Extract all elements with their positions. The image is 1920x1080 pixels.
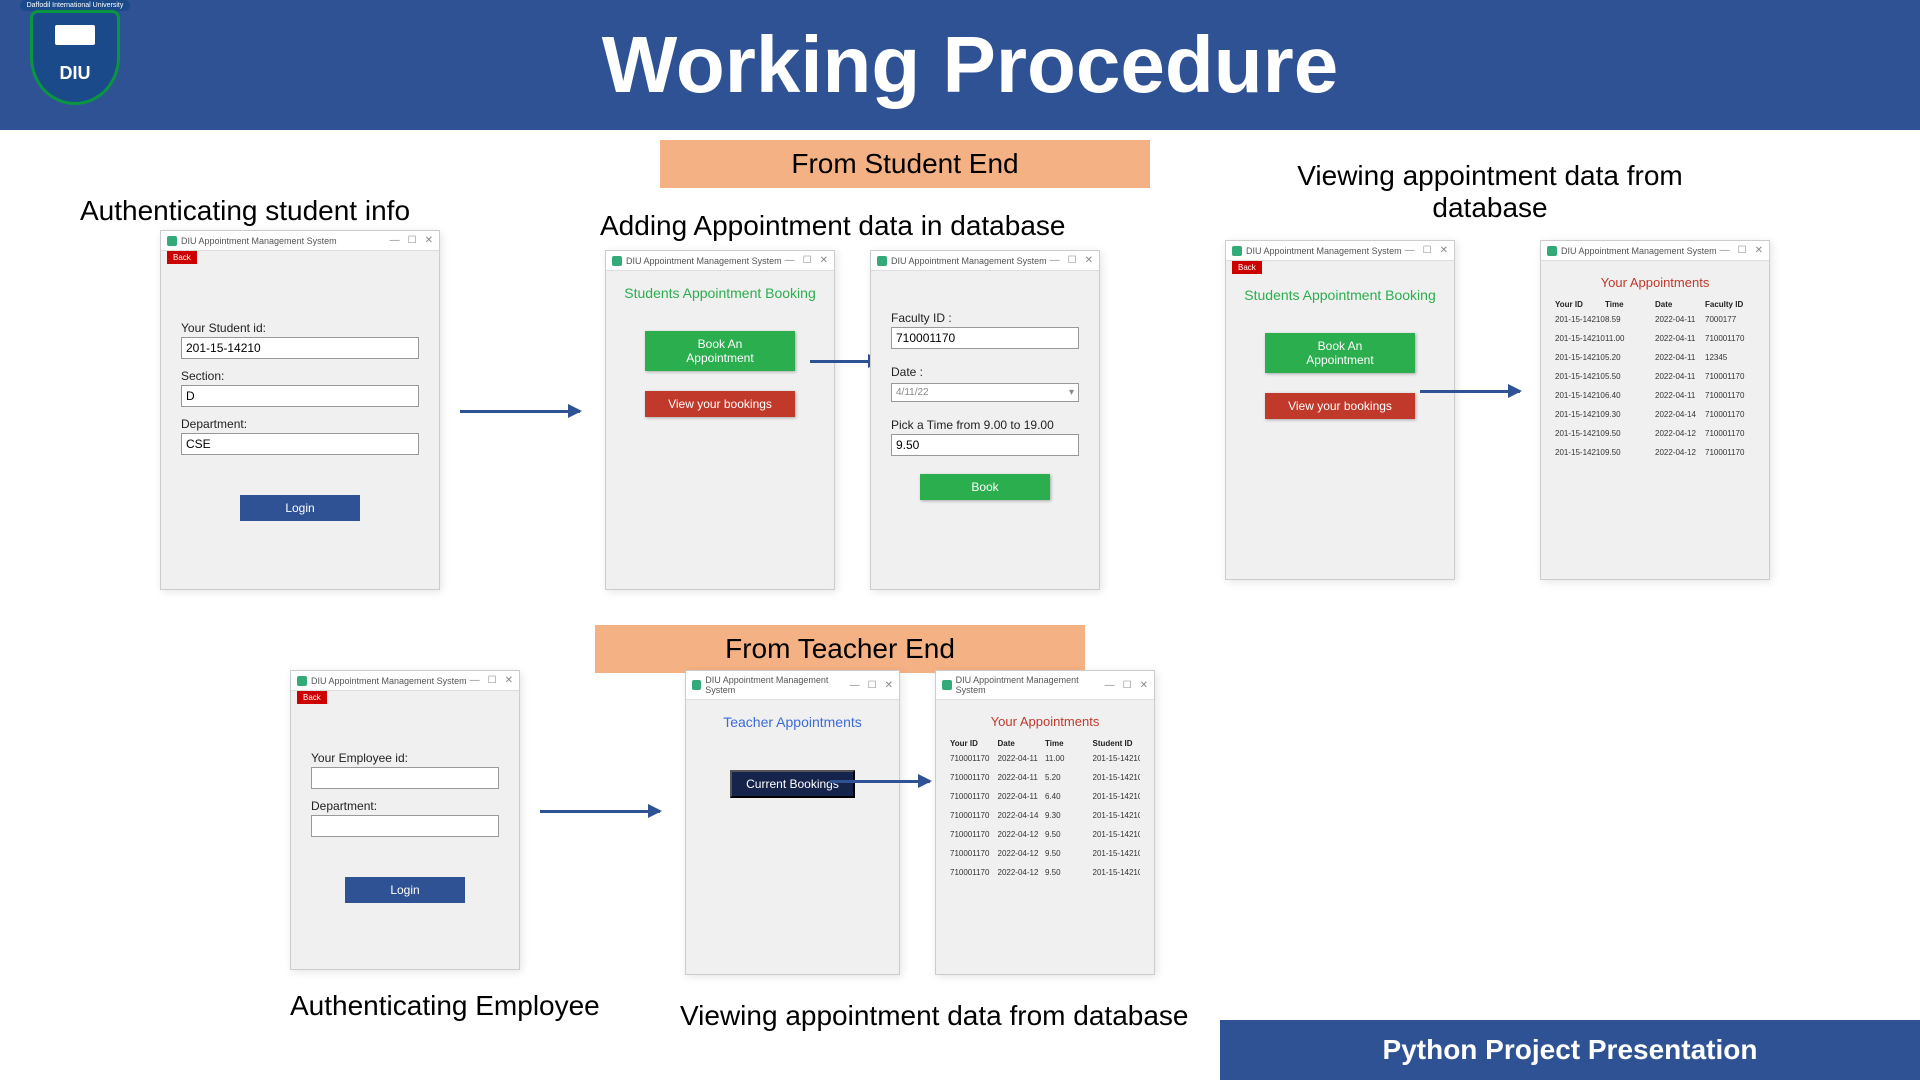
window-student-appointments: DIU Appointment Management System —☐✕ Yo… xyxy=(1540,240,1770,580)
student-id-label: Your Student id: xyxy=(181,321,419,335)
department-label: Department: xyxy=(181,417,419,431)
diu-logo: Daffodil International University DIU xyxy=(20,10,130,120)
app-icon xyxy=(1547,246,1557,256)
banner-student-end: From Student End xyxy=(660,140,1150,188)
table-row: 201-15-142109.502022-04-12710001170 xyxy=(1555,429,1755,438)
window-book-form: DIU Appointment Management System —☐✕ Fa… xyxy=(870,250,1100,590)
app-icon xyxy=(167,236,177,246)
employee-id-input[interactable] xyxy=(311,767,499,789)
table-row: 201-15-142109.302022-04-14710001170 xyxy=(1555,410,1755,419)
time-label: Pick a Time from 9.00 to 19.00 xyxy=(891,418,1079,432)
table-row: 201-15-142105.202022-04-1112345 xyxy=(1555,353,1755,362)
arrow-icon xyxy=(460,410,580,413)
back-button[interactable]: Back xyxy=(1232,261,1262,274)
banner-teacher-end: From Teacher End xyxy=(595,625,1085,673)
caption-viewing-teacher: Viewing appointment data from database xyxy=(680,1000,1188,1032)
window-student-login: DIU Appointment Management System —☐✕ Ba… xyxy=(160,230,440,590)
table-row: 201-15-142109.502022-04-12710001170 xyxy=(1555,448,1755,457)
window-teacher-appointments: DIU Appointment Management System —☐✕ Yo… xyxy=(935,670,1155,975)
window-controls[interactable]: —☐✕ xyxy=(1405,245,1448,256)
table-row: 201-15-142106.402022-04-11710001170 xyxy=(1555,391,1755,400)
appointments-table: Your IDTimeDateFaculty ID201-15-142108.5… xyxy=(1541,300,1769,457)
appointments-table: Your IDDateTimeStudent ID7100011702022-0… xyxy=(936,739,1154,877)
window-booking-menu-2: DIU Appointment Management System —☐✕ Ba… xyxy=(1225,240,1455,580)
window-teacher-menu: DIU Appointment Management System —☐✕ Te… xyxy=(685,670,900,975)
booking-heading: Students Appointment Booking xyxy=(606,271,834,311)
table-row: 7100011702022-04-115.20201-15-14210 xyxy=(950,773,1140,782)
caption-adding: Adding Appointment data in database xyxy=(600,210,1065,242)
teacher-heading: Teacher Appointments xyxy=(686,700,899,740)
window-controls[interactable]: —☐✕ xyxy=(470,675,513,686)
app-icon xyxy=(1232,246,1242,256)
window-titlebar: DIU Appointment Management System —☐✕ xyxy=(606,251,834,271)
employee-id-label: Your Employee id: xyxy=(311,751,499,765)
arrow-icon xyxy=(830,780,930,783)
caption-viewing-student: Viewing appointment data from database xyxy=(1270,160,1710,224)
window-controls[interactable]: —☐✕ xyxy=(1050,255,1093,266)
current-bookings-button[interactable]: Current Bookings xyxy=(730,770,855,798)
section-label: Section: xyxy=(181,369,419,383)
window-titlebar: DIU Appointment Management System —☐✕ xyxy=(686,671,899,700)
window-controls[interactable]: —☐✕ xyxy=(1720,245,1763,256)
book-appointment-button[interactable]: Book An Appointment xyxy=(645,331,795,371)
login-button[interactable]: Login xyxy=(240,495,360,521)
window-titlebar: DIU Appointment Management System —☐✕ xyxy=(871,251,1099,271)
window-titlebar: DIU Appointment Management System —☐✕ xyxy=(936,671,1154,700)
window-titlebar: DIU Appointment Management System —☐✕ xyxy=(161,231,439,251)
book-appointment-button[interactable]: Book An Appointment xyxy=(1265,333,1415,373)
table-row: 201-15-142105.502022-04-11710001170 xyxy=(1555,372,1755,381)
app-icon xyxy=(942,680,952,690)
table-row: 201-15-1421011.002022-04-11710001170 xyxy=(1555,334,1755,343)
login-button[interactable]: Login xyxy=(345,877,465,903)
caption-auth-employee: Authenticating Employee xyxy=(290,990,600,1022)
date-picker[interactable]: 4/11/22▾ xyxy=(891,383,1079,402)
app-icon xyxy=(297,676,307,686)
app-icon xyxy=(877,256,887,266)
window-booking-menu: DIU Appointment Management System —☐✕ St… xyxy=(605,250,835,590)
book-button[interactable]: Book xyxy=(920,474,1050,500)
window-titlebar: DIU Appointment Management System —☐✕ xyxy=(1541,241,1769,261)
slide-header: Daffodil International University DIU Wo… xyxy=(0,0,1920,130)
logo-text: DIU xyxy=(33,63,117,84)
window-controls[interactable]: —☐✕ xyxy=(850,680,893,691)
time-input[interactable] xyxy=(891,434,1079,456)
caption-auth-student: Authenticating student info xyxy=(80,195,410,227)
chevron-down-icon: ▾ xyxy=(1069,387,1074,398)
student-id-input[interactable] xyxy=(181,337,419,359)
table-row: 7100011702022-04-149.30201-15-14210 xyxy=(950,811,1140,820)
department-input[interactable] xyxy=(311,815,499,837)
section-input[interactable] xyxy=(181,385,419,407)
table-row: 201-15-142108.592022-04-117000177 xyxy=(1555,315,1755,324)
arrow-icon xyxy=(540,810,660,813)
window-controls[interactable]: —☐✕ xyxy=(785,255,828,266)
window-titlebar: DIU Appointment Management System —☐✕ xyxy=(291,671,519,691)
slide-title: Working Procedure xyxy=(130,19,1920,111)
app-icon xyxy=(612,256,622,266)
table-row: 7100011702022-04-129.50201-15-14210 xyxy=(950,849,1140,858)
arrow-icon xyxy=(1420,390,1520,393)
table-row: 7100011702022-04-129.50201-15-14210 xyxy=(950,868,1140,877)
footer-label: Python Project Presentation xyxy=(1220,1020,1920,1080)
appointments-heading: Your Appointments xyxy=(936,700,1154,739)
department-label: Department: xyxy=(311,799,499,813)
window-controls[interactable]: —☐✕ xyxy=(1105,680,1148,691)
view-bookings-button[interactable]: View your bookings xyxy=(645,391,795,417)
window-titlebar: DIU Appointment Management System —☐✕ xyxy=(1226,241,1454,261)
view-bookings-button[interactable]: View your bookings xyxy=(1265,393,1415,419)
window-controls[interactable]: —☐✕ xyxy=(390,235,433,246)
department-input[interactable] xyxy=(181,433,419,455)
date-label: Date : xyxy=(891,365,1079,379)
back-button[interactable]: Back xyxy=(167,251,197,264)
table-row: 7100011702022-04-1111.00201-15-14210 xyxy=(950,754,1140,763)
table-row: 7100011702022-04-129.50201-15-14210 xyxy=(950,830,1140,839)
faculty-id-input[interactable] xyxy=(891,327,1079,349)
faculty-id-label: Faculty ID : xyxy=(891,311,1079,325)
window-employee-login: DIU Appointment Management System —☐✕ Ba… xyxy=(290,670,520,970)
table-row: 7100011702022-04-116.40201-15-14210 xyxy=(950,792,1140,801)
appointments-heading: Your Appointments xyxy=(1541,261,1769,300)
app-icon xyxy=(692,680,701,690)
back-button[interactable]: Back xyxy=(297,691,327,704)
